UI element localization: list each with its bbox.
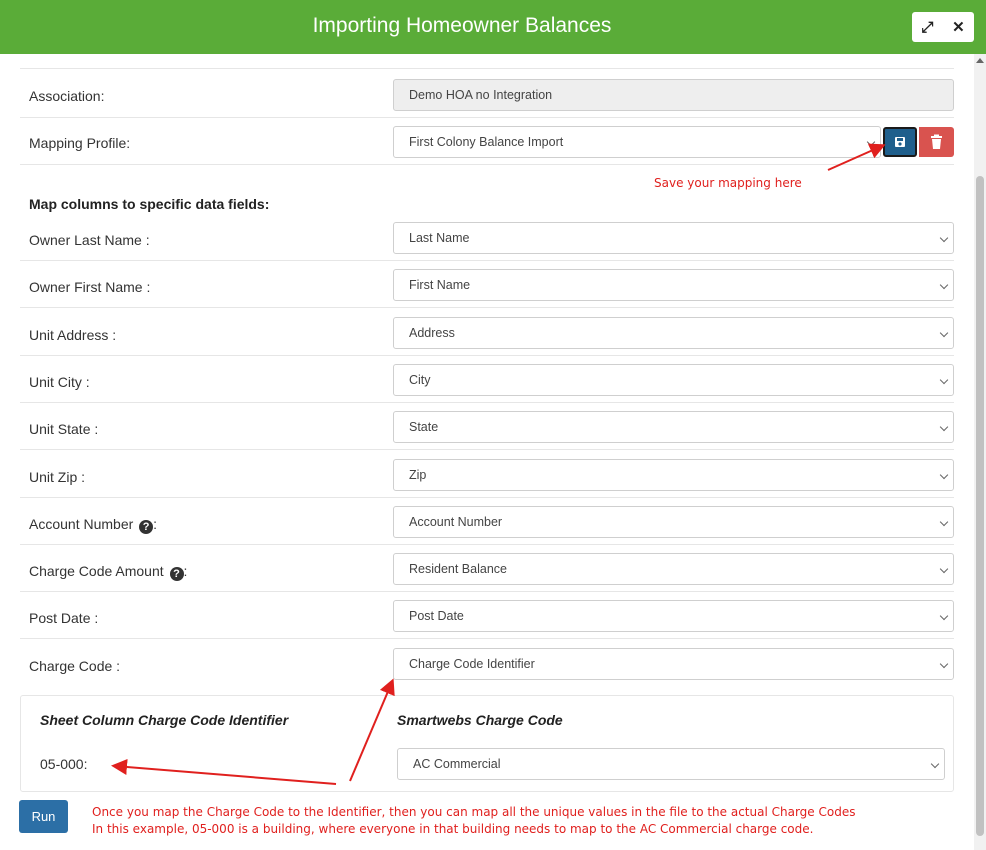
scroll-up-arrow-icon[interactable]: [976, 58, 984, 63]
field-select[interactable]: First Name: [393, 269, 954, 301]
field-select-value: Address: [409, 326, 455, 340]
field-select-value: Charge Code Identifier: [409, 657, 535, 671]
field-select[interactable]: City: [393, 364, 954, 396]
bottom-annotation-line-2: In this example, 05-000 is a building, w…: [92, 822, 814, 836]
help-icon[interactable]: ?: [139, 520, 154, 534]
field-select[interactable]: Zip: [393, 459, 954, 491]
field-label: Charge Code Amount ?:: [29, 563, 187, 581]
field-select-value: First Name: [409, 278, 471, 292]
field-select-value: Zip: [409, 468, 427, 482]
field-label-text: Unit City :: [29, 374, 90, 390]
divider: [20, 117, 954, 118]
field-select[interactable]: State: [393, 411, 954, 443]
scroll-thumb[interactable]: [976, 176, 984, 836]
field-select-value: Account Number: [409, 515, 503, 529]
divider: [20, 402, 954, 403]
field-label-text: Unit Zip :: [29, 469, 86, 485]
field-label: Unit Address :: [29, 327, 116, 343]
field-label: Account Number ?:: [29, 516, 157, 534]
bottom-annotation-line-1: Once you map the Charge Code to the Iden…: [92, 805, 856, 819]
divider: [20, 307, 954, 308]
field-label: Owner First Name :: [29, 279, 150, 295]
mapping-profile-label: Mapping Profile:: [29, 135, 131, 151]
mapping-profile-select[interactable]: First Colony Balance Import: [393, 126, 881, 158]
field-label-text: Unit Address :: [29, 327, 117, 343]
header-button-group: ⤢ ✕: [912, 12, 974, 42]
identifier-value: 05-000:: [40, 756, 88, 772]
field-label: Owner Last Name :: [29, 232, 150, 248]
chevron-down-icon: [939, 422, 949, 432]
save-mapping-button[interactable]: [883, 127, 917, 157]
chevron-down-icon: [939, 611, 949, 621]
run-button[interactable]: Run: [19, 800, 68, 833]
field-label-suffix: :: [153, 516, 158, 532]
chevron-down-icon: [930, 759, 940, 769]
field-label: Unit City :: [29, 374, 90, 390]
chevron-down-icon: [939, 659, 949, 669]
field-select-value: City: [409, 373, 431, 387]
field-label-text: Owner First Name :: [29, 279, 151, 295]
chevron-down-icon: [866, 137, 876, 147]
divider: [20, 544, 954, 545]
chevron-down-icon: [939, 375, 949, 385]
trash-icon: [931, 134, 942, 149]
field-select[interactable]: Post Date: [393, 600, 954, 632]
chevron-down-icon: [939, 564, 949, 574]
field-label-text: Charge Code Amount: [29, 563, 168, 579]
field-label: Unit Zip :: [29, 469, 85, 485]
association-field: Demo HOA no Integration: [393, 79, 954, 111]
field-select-value: Last Name: [409, 231, 470, 245]
field-label-text: Owner Last Name :: [29, 232, 150, 248]
field-select[interactable]: Last Name: [393, 222, 954, 254]
expand-icon[interactable]: ⤢: [921, 20, 933, 35]
chevron-down-icon: [939, 470, 949, 480]
field-label-text: Post Date :: [29, 610, 99, 626]
divider: [20, 449, 954, 450]
chevron-down-icon: [939, 328, 949, 338]
field-label-suffix: :: [183, 563, 188, 579]
association-label: Association:: [29, 88, 105, 104]
close-icon[interactable]: ✕: [952, 20, 965, 35]
dialog-title: Importing Homeowner Balances: [312, 14, 612, 37]
divider: [20, 260, 954, 261]
divider: [20, 638, 954, 639]
delete-mapping-button[interactable]: [919, 127, 954, 157]
field-label-text: Unit State :: [29, 421, 99, 437]
field-select-value: Resident Balance: [409, 562, 507, 576]
field-select[interactable]: Resident Balance: [393, 553, 954, 585]
field-select[interactable]: Address: [393, 317, 954, 349]
field-select-value: Post Date: [409, 609, 464, 623]
field-label: Unit State :: [29, 421, 98, 437]
chevron-down-icon: [939, 517, 949, 527]
charge-code-select[interactable]: AC Commercial: [397, 748, 945, 780]
divider: [20, 355, 954, 356]
divider: [20, 497, 954, 498]
charge-code-mapping-panel: Sheet Column Charge Code Identifier Smar…: [20, 695, 954, 792]
help-icon[interactable]: ?: [169, 567, 184, 581]
sheet-column-header: Sheet Column Charge Code Identifier: [40, 712, 289, 728]
vertical-scrollbar[interactable]: [974, 54, 986, 850]
divider: [20, 591, 954, 592]
field-select-value: State: [409, 420, 439, 434]
field-label: Post Date :: [29, 610, 98, 626]
divider: [20, 68, 954, 69]
mapping-profile-value: First Colony Balance Import: [409, 135, 564, 149]
field-label-text: Account Number: [29, 516, 138, 532]
chevron-down-icon: [939, 280, 949, 290]
field-label: Charge Code :: [29, 658, 120, 674]
field-select[interactable]: Charge Code Identifier: [393, 648, 954, 680]
field-label-text: Charge Code :: [29, 658, 121, 674]
save-hint-annotation: Save your mapping here: [654, 176, 802, 190]
section-title: Map columns to specific data fields:: [29, 196, 270, 212]
field-select[interactable]: Account Number: [393, 506, 954, 538]
smartwebs-charge-code-header: Smartwebs Charge Code: [397, 712, 563, 728]
chevron-down-icon: [939, 233, 949, 243]
save-icon: [895, 137, 905, 147]
charge-code-select-value: AC Commercial: [413, 757, 501, 771]
divider: [20, 164, 954, 165]
dialog-header: Importing Homeowner Balances ⤢ ✕: [0, 0, 986, 54]
